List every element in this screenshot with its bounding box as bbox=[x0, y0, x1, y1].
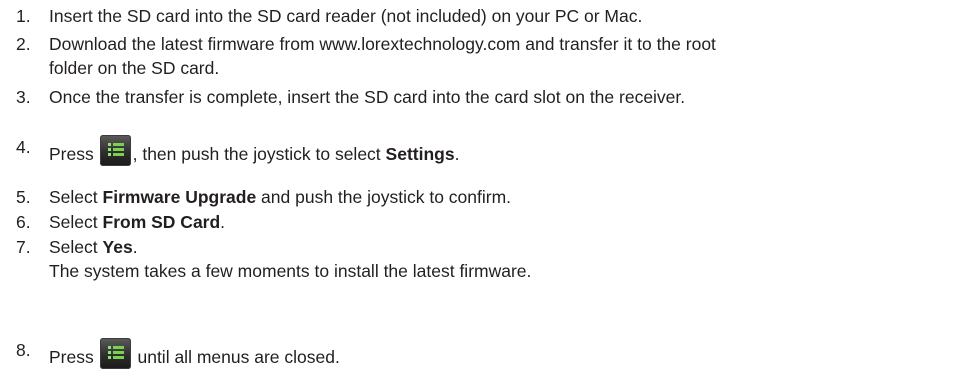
step-text: folder on the SD card. bbox=[49, 58, 220, 78]
step-number: 6. bbox=[16, 212, 31, 232]
step-text-pre: Select bbox=[49, 187, 98, 207]
step-text-end: . bbox=[132, 237, 138, 257]
step-number: 3. bbox=[16, 87, 31, 107]
step-text-bold: Settings bbox=[385, 144, 455, 164]
step-number: 7. bbox=[16, 237, 31, 257]
step-text: Download the latest firmware from www.lo… bbox=[49, 34, 716, 54]
step-text-bold: Yes bbox=[102, 237, 133, 257]
step-text: Press , then push the joystick to select… bbox=[49, 135, 459, 166]
step-text-pre: Select bbox=[49, 212, 98, 232]
step-number: 1. bbox=[16, 6, 31, 26]
step-text-bold: Firmware Upgrade bbox=[102, 187, 257, 207]
step-text: Select From SD Card. bbox=[49, 210, 225, 234]
step-number: 2. bbox=[16, 34, 31, 54]
step-text-end: . bbox=[454, 144, 460, 164]
step-text-post: until all menus are closed. bbox=[137, 347, 340, 367]
menu-icon bbox=[99, 338, 131, 369]
step-text-end: . bbox=[220, 212, 226, 232]
step-text: Once the transfer is complete, insert th… bbox=[49, 87, 686, 107]
step-text: Press until all menus are closed. bbox=[49, 338, 340, 369]
step-note: The system takes a few moments to instal… bbox=[49, 261, 532, 281]
step-text-post: , then push the joystick to select bbox=[132, 144, 381, 164]
step-text: Insert the SD card into the SD card read… bbox=[49, 6, 643, 26]
step-text-pre: Select bbox=[49, 237, 98, 257]
step-text-post: and push the joystick to confirm. bbox=[261, 187, 512, 207]
menu-icon bbox=[99, 135, 131, 166]
step-number: 4. bbox=[16, 137, 31, 157]
step-text-bold: From SD Card bbox=[102, 212, 221, 232]
step-text-pre: Press bbox=[49, 347, 94, 367]
step-text-pre: Press bbox=[49, 144, 94, 164]
step-number: 8. bbox=[16, 340, 31, 360]
step-number: 5. bbox=[16, 187, 31, 207]
step-text: Select Firmware Upgrade and push the joy… bbox=[49, 185, 511, 209]
step-text: Select Yes. bbox=[49, 235, 138, 259]
